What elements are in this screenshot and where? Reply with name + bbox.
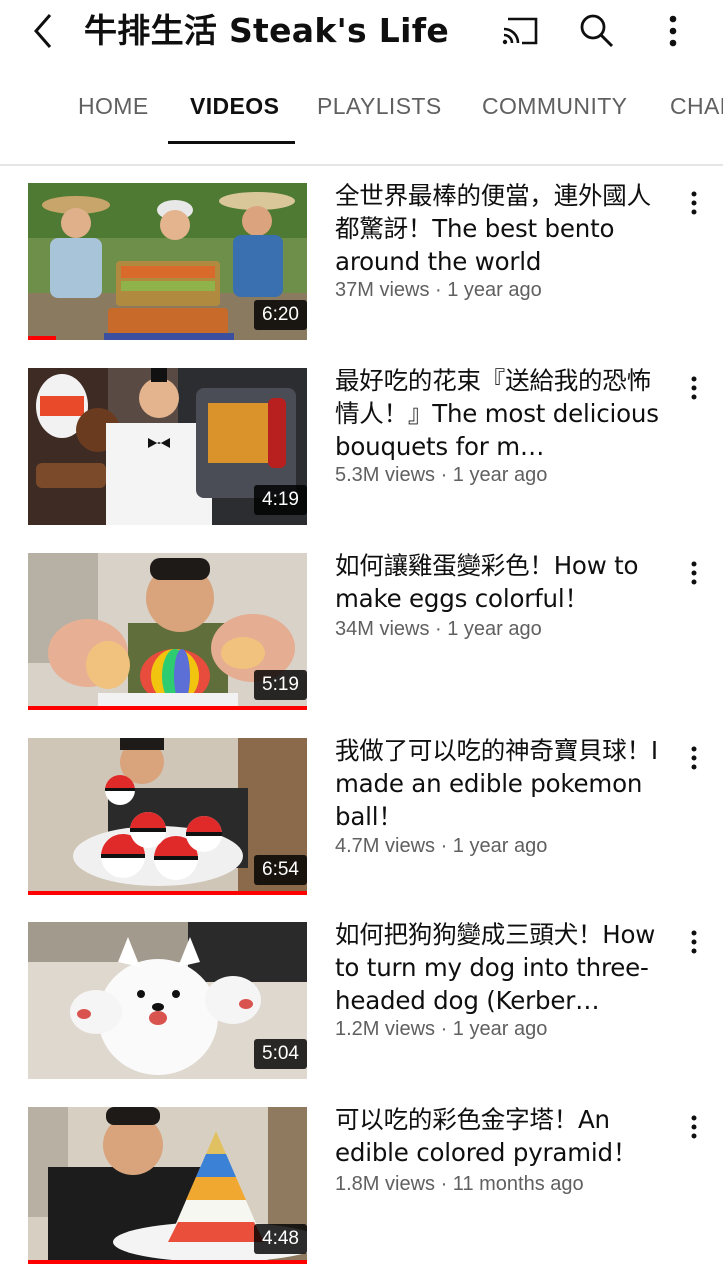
video-meta: 1.8M views · 11 months ago: [335, 1173, 584, 1195]
active-tab-indicator: [168, 141, 295, 144]
channel-title: 牛排生活 Steak's Life: [84, 11, 450, 50]
video-meta: 4.7M views · 1 year ago: [335, 835, 548, 857]
cast-icon: [502, 17, 538, 45]
video-duration: 6:54: [254, 855, 307, 885]
video-more-button[interactable]: [678, 922, 710, 962]
video-title[interactable]: 我做了可以吃的神奇寶貝球！I made an edible pokemon ba…: [335, 734, 675, 833]
app-bar: 牛排生活 Steak's Life: [0, 0, 723, 66]
video-thumbnail[interactable]: 6:20: [28, 183, 307, 340]
video-meta: 34M views · 1 year ago: [335, 618, 542, 640]
more-vert-icon: [691, 376, 697, 400]
video-more-button[interactable]: [678, 738, 710, 778]
video-item[interactable]: 6:20 全世界最棒的便當，連外國人都驚訝！The best bento aro…: [0, 181, 723, 343]
tabs-divider: [0, 164, 723, 166]
video-duration: 4:19: [254, 485, 307, 515]
tab-playlists[interactable]: PLAYLISTS: [317, 72, 442, 144]
video-title[interactable]: 可以吃的彩色金字塔！An edible colored pyramid！: [335, 1103, 675, 1169]
video-duration: 6:20: [254, 300, 307, 330]
video-title[interactable]: 全世界最棒的便當，連外國人都驚訝！The best bento around t…: [335, 179, 675, 278]
more-options-button[interactable]: [648, 6, 698, 56]
back-arrow-icon: [34, 14, 52, 48]
video-item[interactable]: 6:54 我做了可以吃的神奇寶貝球！I made an edible pokem…: [0, 736, 723, 898]
video-meta: 5.3M views · 1 year ago: [335, 464, 548, 486]
search-icon: [580, 14, 614, 48]
video-more-button[interactable]: [678, 553, 710, 593]
video-title[interactable]: 最好吃的花束『送給我的恐怖情人！』The most delicious bouq…: [335, 364, 675, 463]
video-item[interactable]: 4:19 最好吃的花束『送給我的恐怖情人！』The most delicious…: [0, 366, 723, 528]
watch-progress-bar: [28, 891, 307, 895]
video-thumbnail[interactable]: 6:54: [28, 738, 307, 895]
more-vert-icon: [691, 746, 697, 770]
video-meta: 1.2M views · 1 year ago: [335, 1018, 548, 1040]
more-vert-icon: [691, 561, 697, 585]
video-meta: 37M views · 1 year ago: [335, 279, 542, 301]
video-title[interactable]: 如何讓雞蛋變彩色！How to make eggs colorful！: [335, 549, 675, 615]
search-button[interactable]: [572, 6, 622, 56]
tab-channels[interactable]: CHANNELS: [670, 72, 723, 144]
channel-tabs: HOME VIDEOS PLAYLISTS COMMUNITY CHANNELS: [0, 72, 723, 144]
tab-community[interactable]: COMMUNITY: [482, 72, 627, 144]
video-thumbnail[interactable]: 4:48: [28, 1107, 307, 1264]
video-title[interactable]: 如何把狗狗變成三頭犬！How to turn my dog into three…: [335, 918, 675, 1017]
tab-videos[interactable]: VIDEOS: [190, 72, 279, 144]
video-item[interactable]: 5:19 如何讓雞蛋變彩色！How to make eggs colorful！…: [0, 551, 723, 713]
more-vert-icon: [691, 191, 697, 215]
watch-progress-bar: [28, 336, 56, 340]
more-vert-icon: [691, 930, 697, 954]
video-item[interactable]: 5:04 如何把狗狗變成三頭犬！How to turn my dog into …: [0, 920, 723, 1082]
video-thumbnail[interactable]: 4:19: [28, 368, 307, 525]
video-thumbnail[interactable]: 5:19: [28, 553, 307, 710]
video-duration: 5:19: [254, 670, 307, 700]
more-vert-icon: [691, 1115, 697, 1139]
cast-button[interactable]: [495, 6, 545, 56]
watch-progress-bar: [28, 706, 307, 710]
video-thumbnail[interactable]: 5:04: [28, 922, 307, 1079]
watch-progress-bar: [28, 1260, 307, 1264]
video-more-button[interactable]: [678, 368, 710, 408]
tab-home[interactable]: HOME: [78, 72, 149, 144]
back-button[interactable]: [18, 6, 68, 56]
more-vert-icon: [669, 15, 677, 47]
video-duration: 5:04: [254, 1039, 307, 1069]
video-duration: 4:48: [254, 1224, 307, 1254]
video-item[interactable]: 4:48 可以吃的彩色金字塔！An edible colored pyramid…: [0, 1105, 723, 1267]
video-more-button[interactable]: [678, 183, 710, 223]
video-more-button[interactable]: [678, 1107, 710, 1147]
